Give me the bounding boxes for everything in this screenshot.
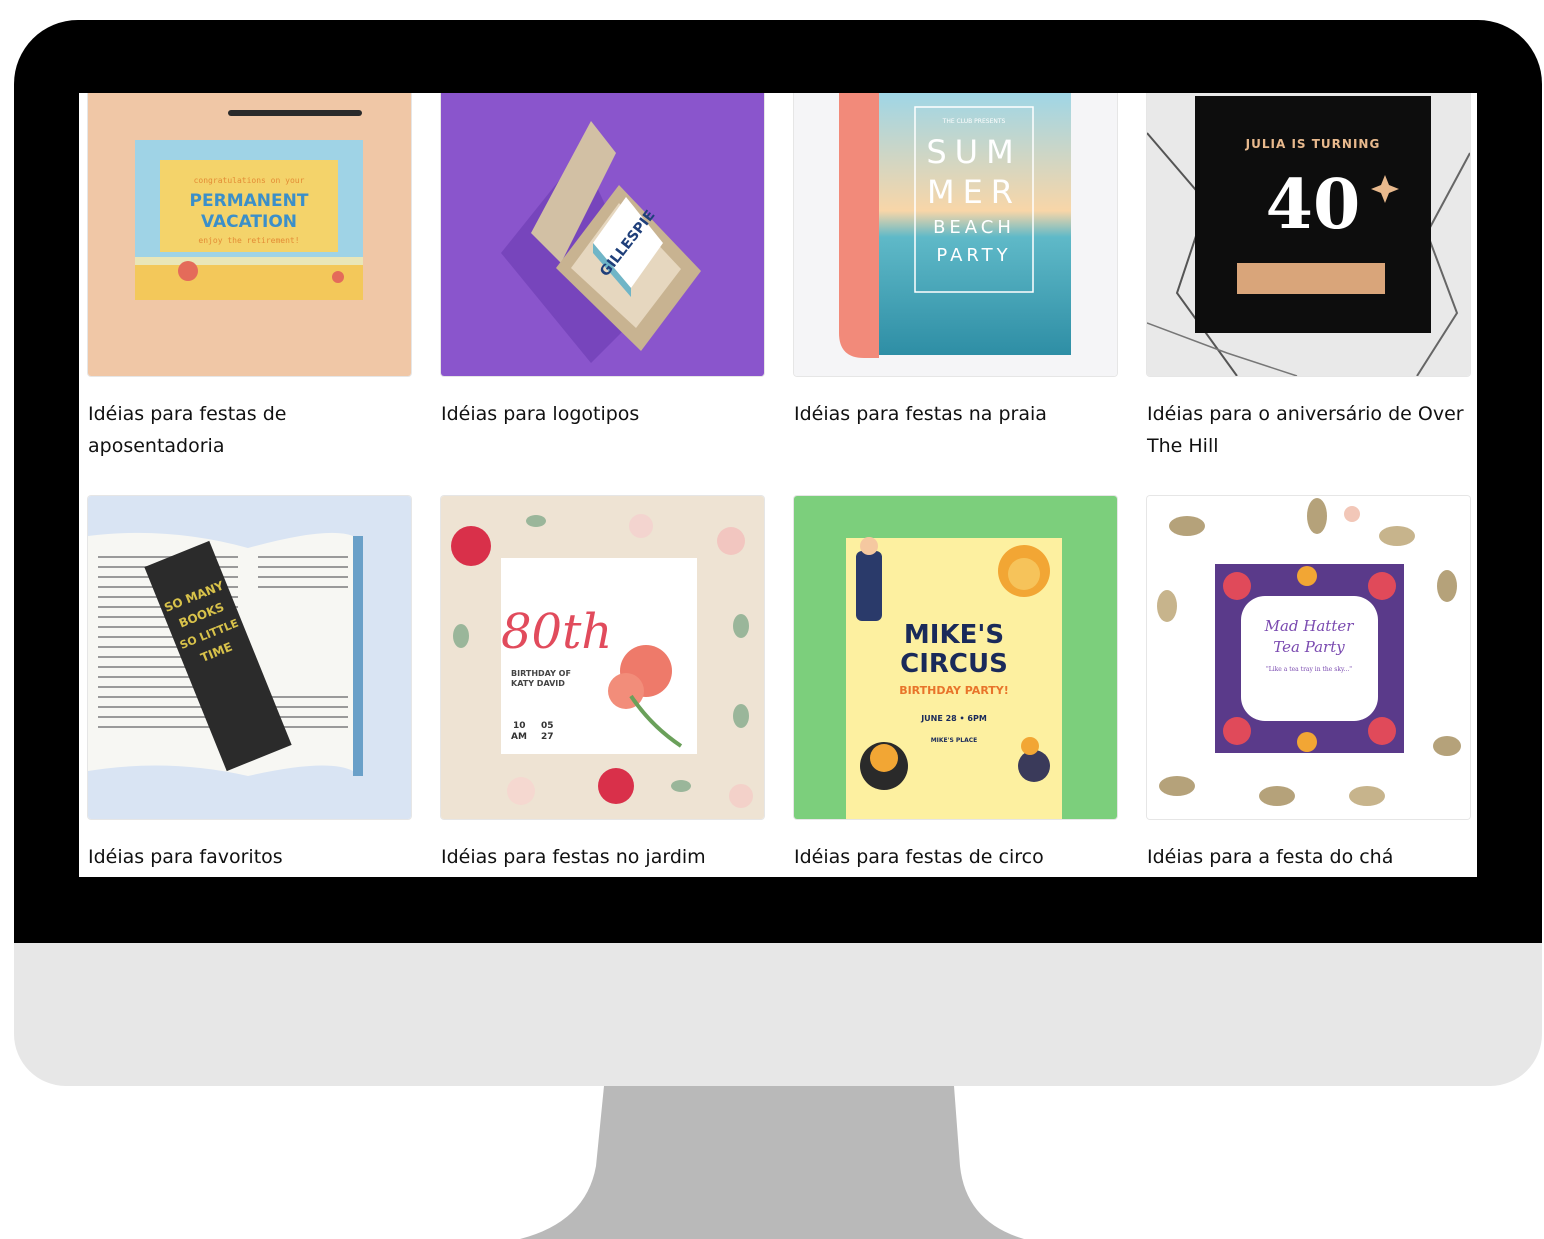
retirement-line2: PERMANENT — [190, 191, 309, 211]
circus-line3: BIRTHDAY PARTY! — [899, 684, 1009, 697]
tea-party-invite-image: Mad Hatter Tea Party "Like a tea tray in… — [1147, 496, 1470, 819]
template-card-garden[interactable]: 80th BIRTHDAY OF KATY DAVID 10 AM 05 27 … — [441, 496, 764, 873]
circus-invite-image: MIKE'S CIRCUS BIRTHDAY PARTY! JUNE 28 • … — [794, 496, 1117, 819]
garden-line1: 80th — [501, 604, 612, 660]
retirement-line4: enjoy the retirement! — [198, 236, 299, 245]
template-card-logo[interactable]: GILLESPIE Idéias para logotipos — [441, 93, 764, 430]
template-thumbnail[interactable]: THE CLUB PRESENTS SUM MER BEACH PARTY — [794, 93, 1117, 376]
template-card-over-the-hill[interactable]: JULIA IS TURNING 40 Idéias para o aniver… — [1147, 93, 1470, 462]
bookmark-image: SO MANY BOOKS SO LITTLE TIME — [88, 496, 411, 819]
template-card-retirement[interactable]: congratulations on your PERMANENT VACATI… — [88, 93, 411, 462]
beach-line1: THE CLUB PRESENTS — [942, 118, 1006, 125]
over-hill-line1: JULIA IS TURNING — [1245, 137, 1381, 151]
template-thumbnail[interactable]: GILLESPIE — [441, 93, 764, 376]
tea-line2: Tea Party — [1273, 638, 1345, 656]
screen-gallery: congratulations on your PERMANENT VACATI… — [79, 93, 1477, 877]
template-thumbnail[interactable]: Mad Hatter Tea Party "Like a tea tray in… — [1147, 496, 1470, 819]
circus-line2: CIRCUS — [900, 649, 1008, 679]
template-card-title[interactable]: Idéias para festas na praia — [794, 398, 1124, 430]
template-card-title[interactable]: Idéias para festas de circo — [794, 841, 1124, 873]
circus-line5: MIKE'S PLACE — [931, 737, 978, 744]
template-card-bookmark[interactable]: SO MANY BOOKS SO LITTLE TIME Idéias para… — [88, 496, 411, 873]
tea-line1: Mad Hatter — [1264, 617, 1355, 635]
garden-line5: AM — [511, 732, 527, 742]
garden-line2: BIRTHDAY OF — [511, 669, 571, 678]
template-card-circus[interactable]: MIKE'S CIRCUS BIRTHDAY PARTY! JUNE 28 • … — [794, 496, 1117, 873]
over-hill-line2: 40 — [1266, 165, 1361, 245]
template-card-title[interactable]: Idéias para favoritos — [88, 841, 418, 873]
template-card-beach[interactable]: THE CLUB PRESENTS SUM MER BEACH PARTY Id… — [794, 93, 1117, 430]
garden-line6: 05 — [541, 721, 554, 731]
template-thumbnail[interactable]: SO MANY BOOKS SO LITTLE TIME — [88, 496, 411, 819]
template-card-title[interactable]: Idéias para festas no jardim — [441, 841, 771, 873]
beach-line3: MER — [927, 173, 1021, 211]
beach-line2: SUM — [926, 133, 1021, 171]
beach-line4: BEACH — [933, 217, 1015, 238]
template-card-title[interactable]: Idéias para o aniversário de Over The Hi… — [1147, 398, 1477, 462]
template-card-title[interactable]: Idéias para a festa do chá — [1147, 841, 1477, 873]
birthday-40-image: JULIA IS TURNING 40 — [1147, 93, 1470, 376]
garden-line4: 10 — [513, 721, 526, 731]
template-thumbnail[interactable]: 80th BIRTHDAY OF KATY DAVID 10 AM 05 27 — [441, 496, 764, 819]
garden-line3: KATY DAVID — [511, 679, 565, 688]
retirement-line1: congratulations on your — [194, 176, 305, 185]
monitor-stand — [520, 1086, 1024, 1239]
beach-line5: PARTY — [936, 245, 1011, 266]
template-card-title[interactable]: Idéias para festas de aposentadoria — [88, 398, 418, 462]
template-card-tea-party[interactable]: Mad Hatter Tea Party "Like a tea tray in… — [1147, 496, 1470, 873]
garden-line7: 27 — [541, 732, 554, 742]
template-thumbnail[interactable]: JULIA IS TURNING 40 — [1147, 93, 1470, 376]
retirement-card-image: congratulations on your PERMANENT VACATI… — [88, 93, 411, 376]
template-thumbnail[interactable]: MIKE'S CIRCUS BIRTHDAY PARTY! JUNE 28 • … — [794, 496, 1117, 819]
retirement-line3: VACATION — [201, 212, 297, 232]
template-thumbnail[interactable]: congratulations on your PERMANENT VACATI… — [88, 93, 411, 376]
beach-invite-image: THE CLUB PRESENTS SUM MER BEACH PARTY — [794, 93, 1117, 376]
circus-line4: JUNE 28 • 6PM — [920, 714, 987, 723]
garden-invite-image: 80th BIRTHDAY OF KATY DAVID 10 AM 05 27 — [441, 496, 764, 819]
template-card-title[interactable]: Idéias para logotipos — [441, 398, 771, 430]
logo-box-image: GILLESPIE — [441, 93, 764, 376]
circus-line1: MIKE'S — [904, 620, 1004, 650]
monitor-chin — [14, 943, 1542, 1086]
tea-line3: "Like a tea tray in the sky..." — [1266, 666, 1352, 673]
